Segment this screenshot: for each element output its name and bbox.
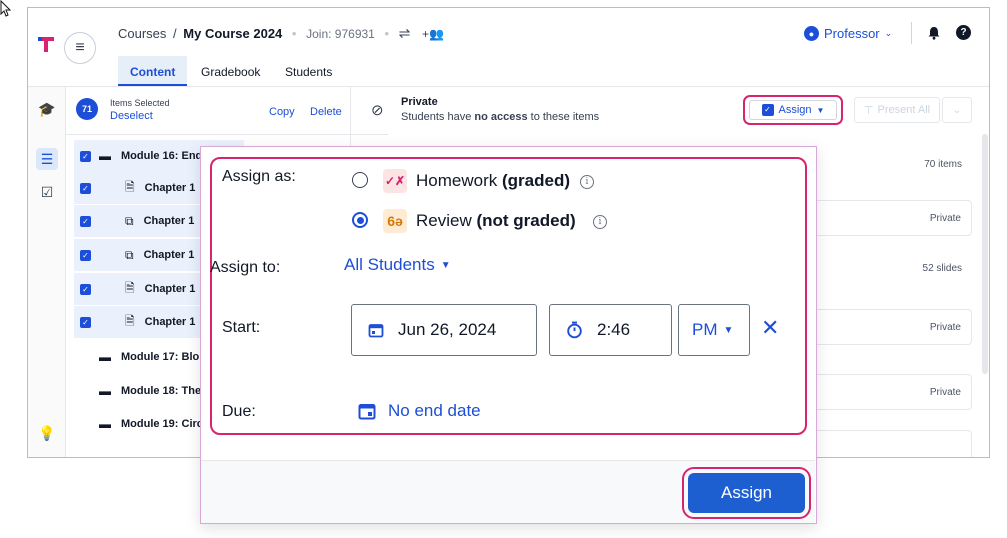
checkbox-checked-icon[interactable]: ✓ <box>80 182 91 194</box>
chevron-down-icon: ⌄ <box>952 104 962 116</box>
bell-icon[interactable] <box>927 26 941 40</box>
review-option-label[interactable]: Review (not graded) <box>416 211 576 231</box>
present-dropdown-button[interactable]: ⌄ <box>942 97 972 123</box>
help-icon[interactable]: ? <box>956 25 971 40</box>
due-label: Due: <box>222 403 256 420</box>
delete-link[interactable]: Delete <box>310 106 342 118</box>
assign-to-dropdown[interactable]: All Students ▼ <box>344 255 451 275</box>
stopwatch-icon <box>567 321 582 339</box>
assign-dropdown-button[interactable]: ✓ Assign ▼ <box>743 95 843 125</box>
course-title: My Course 2024 <box>183 26 283 41</box>
start-time-field[interactable]: 2:46 <box>549 304 672 356</box>
tab-gradebook[interactable]: Gradebook <box>189 56 272 86</box>
app-logo <box>38 37 54 52</box>
checkbox-checked-icon[interactable]: ✓ <box>80 249 91 261</box>
visibility-description: Students have no access to these items <box>401 111 600 123</box>
homework-radio[interactable] <box>352 172 368 188</box>
assign-dialog: Assign as: ✓✗ Homework (graded) i 6ә Rev… <box>200 146 817 524</box>
due-date-link[interactable]: No end date <box>358 401 481 421</box>
scrollbar[interactable] <box>982 134 988 374</box>
review-radio[interactable] <box>352 212 368 228</box>
join-code: Join: 976931 <box>306 27 375 41</box>
assign-form <box>210 157 807 435</box>
presentation-icon: ⧉ <box>125 247 134 262</box>
document-icon: 🗎 <box>125 313 135 328</box>
breadcrumb: Courses / My Course 2024 • Join: 976931 … <box>118 25 444 41</box>
checkbox-checked-icon[interactable]: ✓ <box>80 316 91 328</box>
folder-icon: ▬ <box>99 384 111 398</box>
header-divider <box>911 22 912 44</box>
menu-button[interactable]: ≡ <box>64 32 96 64</box>
chevron-down-icon: ⌄ <box>884 28 893 38</box>
lightbulb-icon[interactable]: 💡 <box>36 422 58 444</box>
checklist-icon[interactable]: ☑ <box>36 181 58 203</box>
item-count-label: 70 items <box>924 159 962 170</box>
item-card[interactable] <box>806 430 972 457</box>
user-circle-icon: ● <box>804 26 819 41</box>
left-rail <box>28 87 66 457</box>
calendar-icon <box>358 404 376 420</box>
selected-count-badge: 71 <box>76 98 98 120</box>
checkbox-checked-icon[interactable]: ✓ <box>80 150 91 162</box>
presentation-icon: ⧉ <box>125 213 134 228</box>
item-card[interactable]: Private <box>806 200 972 236</box>
copy-link[interactable]: Copy <box>269 106 295 118</box>
assign-submit-button[interactable]: Assign <box>682 467 811 519</box>
homework-option-label[interactable]: Homework (graded) <box>416 171 570 191</box>
checkbox-checked-icon[interactable]: ✓ <box>80 215 91 227</box>
item-card[interactable]: Private <box>806 374 972 410</box>
folder-icon: ▬ <box>99 350 111 364</box>
assign-as-label: Assign as: <box>222 168 296 185</box>
info-icon[interactable]: i <box>593 215 607 229</box>
item-card[interactable]: Private <box>806 309 972 345</box>
clear-start-icon[interactable]: ✕ <box>761 317 779 339</box>
list-divider <box>66 134 388 135</box>
start-date-field[interactable]: Jun 26, 2024 <box>351 304 537 356</box>
folder-icon: ▬ <box>99 417 111 431</box>
slide-count-label: 52 slides <box>922 263 962 274</box>
tab-content[interactable]: Content <box>118 56 188 86</box>
ampm-select[interactable]: PM ▼ <box>678 304 750 356</box>
present-icon: ⊤ <box>863 104 874 117</box>
glasses-icon: 6ә <box>383 209 407 233</box>
folder-icon: ▬ <box>99 149 111 163</box>
add-people-icon[interactable]: +👥 <box>422 27 444 41</box>
info-icon[interactable]: i <box>580 175 594 189</box>
hamburger-icon: ≡ <box>75 39 85 56</box>
caret-down-icon: ▼ <box>723 324 734 336</box>
mouse-cursor-icon <box>0 0 12 17</box>
deselect-link[interactable]: Deselect <box>110 110 153 122</box>
eye-off-icon: ⊘ <box>371 102 384 119</box>
items-selected-label: Items Selected <box>110 98 170 108</box>
present-all-button[interactable]: ⊤ Present All <box>854 97 940 123</box>
checkbox-checked-icon[interactable]: ✓ <box>80 283 91 295</box>
sliders-icon[interactable]: ⇌ <box>399 25 411 41</box>
assign-to-label: Assign to: <box>210 259 281 276</box>
caret-down-icon: ▼ <box>440 259 451 271</box>
assignment-check-icon: ✓ <box>761 104 774 116</box>
homework-list-icon: ✓✗ <box>383 169 407 193</box>
header-divider-line <box>28 86 989 87</box>
document-icon: 🗎 <box>125 179 135 194</box>
caret-down-icon: ▼ <box>816 105 825 115</box>
role-dropdown[interactable]: ● Professor ⌄ <box>804 26 892 41</box>
breadcrumb-courses-link[interactable]: Courses <box>118 26 166 41</box>
start-label: Start: <box>222 319 261 336</box>
visibility-title: Private <box>401 96 438 108</box>
document-icon: 🗎 <box>125 280 135 295</box>
tab-students[interactable]: Students <box>273 56 344 86</box>
calendar-icon <box>368 324 384 338</box>
graduation-cap-icon[interactable]: 🎓 <box>36 98 58 120</box>
list-icon[interactable]: ☰ <box>36 148 58 170</box>
